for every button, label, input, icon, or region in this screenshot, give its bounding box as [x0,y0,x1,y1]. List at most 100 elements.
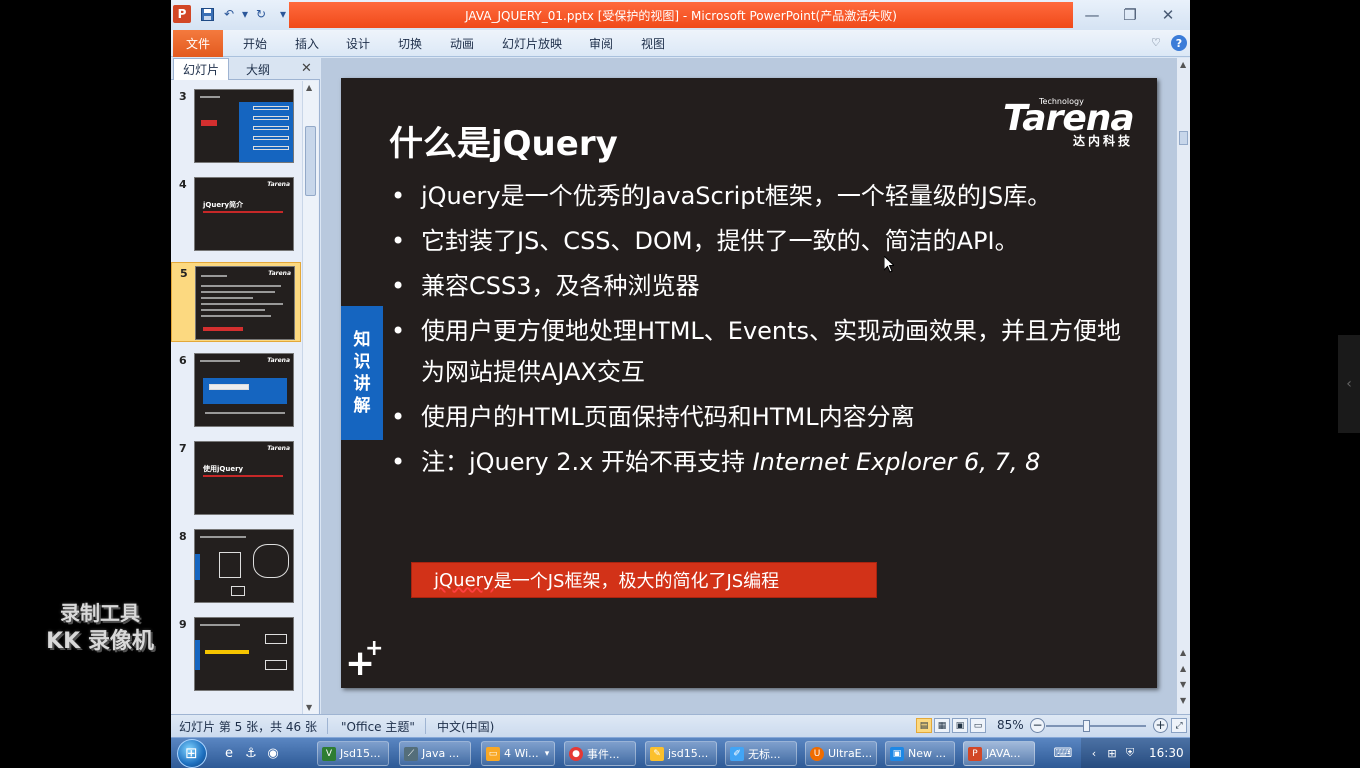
firefox-icon[interactable]: ◉ [265,745,281,761]
ribbon-minimize-icon[interactable]: ♡ [1151,36,1161,49]
slide-title[interactable]: 什么是jQuery [389,116,618,165]
start-button[interactable] [177,739,207,768]
zoom-slider[interactable] [1046,725,1146,727]
tab-view[interactable]: 视图 [631,30,675,57]
minimize-icon[interactable]: — [1079,4,1105,26]
bullet-item: • jQuery是一个优秀的JavaScript框架，一个轻量级的JS库。 [391,182,1052,210]
tab-design[interactable]: 设计 [336,30,380,57]
slide-preview [194,617,294,691]
bullet-item: • 兼容CSS3，及各种浏览器 [391,272,700,300]
folder-icon: ▭ [486,746,500,761]
restore-icon[interactable]: ❐ [1117,4,1143,26]
reading-view-icon[interactable]: ▣ [952,718,968,733]
taskbar-item[interactable]: ▣ New ... [885,741,955,766]
slide-thumbnail-4[interactable]: 4 Tarena jQuery简介 [171,174,301,254]
slide-preview [194,89,294,163]
taskbar-item[interactable]: U UltraE... [805,741,877,766]
system-tray: ‹ ⊞ ⛨ 16:30 [1081,738,1190,768]
pane-scrollbar[interactable]: ▲ ▼ [302,81,318,714]
powerpoint-logo-icon[interactable]: P [173,5,191,23]
app-icon: ✎ [650,746,664,761]
taskbar-item[interactable]: ▭ 4 Wi... ▾ [481,741,555,766]
watermark-line1: 录制工具 [60,601,140,625]
tab-animations[interactable]: 动画 [440,30,484,57]
keyboard-icon[interactable]: ⌨ [1054,745,1073,761]
taskbar-item[interactable]: ✐ 无标... [725,741,797,766]
slides-pane: 幻灯片 大纲 ✕ 3 4 Tarena jQuery简介 5 Tarena 6 … [171,58,320,714]
zoom-slider-thumb[interactable] [1083,720,1090,732]
tray-arrow-icon[interactable]: ‹ [1087,746,1101,760]
powerpoint-icon: P [968,746,982,761]
scroll-thumb[interactable] [1179,131,1188,145]
slide-sorter-icon[interactable]: ▦ [934,718,950,733]
slide-thumbnail-3[interactable]: 3 [171,86,301,166]
taskbar-item[interactable]: ✎ jsd15... [645,741,717,766]
slide-canvas[interactable]: 什么是jQuery Technology Tarena 达内科技 • jQuery… [341,78,1157,688]
slide-thumbnail-5[interactable]: 5 Tarena [171,262,301,342]
tab-insert[interactable]: 插入 [285,30,329,57]
zoom-level[interactable]: 85% [997,718,1024,732]
slide-preview [194,529,294,603]
bullet-item: • 使用户的HTML页面保持代码和HTML内容分离 [391,403,915,431]
theme-name: "Office 主题" [341,720,415,734]
status-bar: 幻灯片 第 5 张，共 46 张 "Office 主题" 中文(中国) ▤ ▦ … [171,714,1190,737]
slide-number: 7 [179,442,187,455]
bullet-item: • 注：jQuery 2.x 开始不再支持 Internet Explorer 6… [391,448,1041,476]
chrome-icon: ● [569,746,583,761]
slide-number: 9 [179,618,187,631]
zoom-in-icon[interactable]: + [1153,718,1168,733]
slide-preview: Tarena [195,266,295,340]
slide-number: 4 [179,178,187,191]
slide-count: 幻灯片 第 5 张，共 46 张 [179,720,317,734]
chevron-left-icon[interactable]: ‹ [1338,335,1360,433]
summary-note[interactable]: jQuery 是一个JS框架，极大的简化了JS编程 [411,562,877,598]
watermark-line2: KK 录像机 [46,629,154,654]
close-pane-icon[interactable]: ✕ [301,61,312,76]
network-icon[interactable]: ⊞ [1105,746,1119,760]
taskbar-item[interactable]: ● 事件... [564,741,636,766]
slide-number: 5 [180,267,188,280]
slide-thumbnail-8[interactable]: 8 [171,526,301,606]
normal-view-icon[interactable]: ▤ [916,718,932,733]
tab-review[interactable]: 审阅 [579,30,623,57]
slide-number: 6 [179,354,187,367]
slide-thumbnail-9[interactable]: 9 [171,614,301,694]
logo-chinese: 达内科技 [1073,134,1134,148]
taskbar-item[interactable]: ⟋ Java ... [399,741,471,766]
taskbar-item[interactable]: V Jsd15... [317,741,389,766]
slide-scrollbar[interactable]: ▲ ▲ ▲ ▼ ▼ [1176,58,1190,714]
redo-icon[interactable]: ↻ [253,6,269,22]
slideshow-icon[interactable]: ▭ [970,718,986,733]
knowledge-tag: 知 识 讲 解 [341,306,383,440]
paint-icon: ✐ [730,746,744,761]
slide-thumbnail-6[interactable]: 6 Tarena [171,350,301,430]
anchor-icon[interactable]: ⚓ [243,745,259,761]
taskbar-item-active[interactable]: P JAVA... [963,741,1035,766]
language-indicator[interactable]: 中文(中国) [437,718,494,735]
bullet-list[interactable]: • jQuery是一个优秀的JavaScript框架，一个轻量级的JS库。 • 它封… [391,176,1131,487]
tab-slideshow[interactable]: 幻灯片放映 [496,30,568,57]
undo-icon[interactable]: ↶ [221,6,237,22]
tab-slides[interactable]: 幻灯片 [173,58,229,80]
close-icon[interactable]: ✕ [1155,4,1181,26]
undo-dropdown-icon[interactable]: ▾ [237,6,253,22]
slide-thumbnail-7[interactable]: 7 Tarena 使用jQuery [171,438,301,518]
ie-icon[interactable]: e [221,745,237,761]
help-icon[interactable]: ? [1171,35,1187,51]
zoom-out-icon[interactable]: − [1030,718,1045,733]
tab-outline[interactable]: 大纲 [233,58,283,80]
ribbon-tabs: 文件 开始 插入 设计 切换 动画 幻灯片放映 审阅 视图 ♡ ? [171,30,1190,57]
scroll-thumb[interactable] [305,126,316,196]
save-icon[interactable] [199,6,215,22]
ultraedit-icon: U [810,746,824,761]
bullet-item: • 使用户更方便地处理HTML、Events、实现动画效果，并且方便地为网站提供A… [391,317,1122,386]
app-icon: ▣ [890,746,904,761]
slide-number: 8 [179,530,187,543]
clock[interactable]: 16:30 [1149,746,1184,760]
fit-to-window-icon[interactable]: ⤢ [1171,718,1187,733]
shield-icon[interactable]: ⛨ [1123,746,1137,760]
app-icon: ⟋ [404,746,418,761]
tab-home[interactable]: 开始 [233,30,277,57]
tab-file[interactable]: 文件 [173,30,223,57]
tab-transitions[interactable]: 切换 [388,30,432,57]
